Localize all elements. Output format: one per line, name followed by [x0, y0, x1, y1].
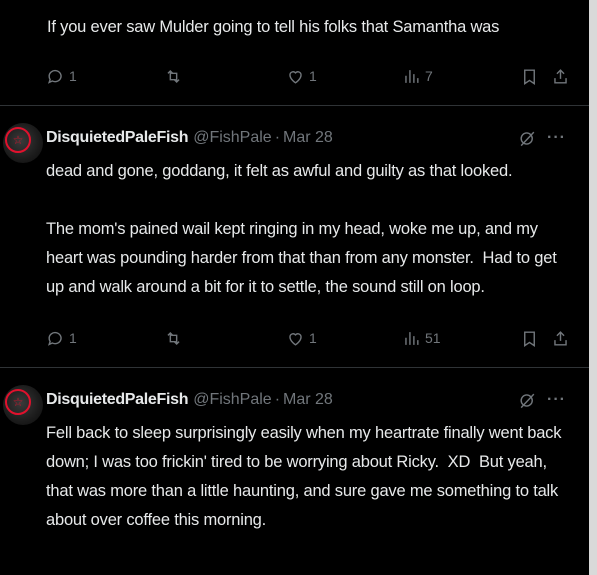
reply-icon: [47, 69, 62, 84]
author-handle[interactable]: @FishPale: [193, 391, 272, 409]
more-icon[interactable]: ···: [547, 391, 566, 409]
tweet-2-text: dead and gone, goddаng, it felt as awful…: [46, 162, 557, 296]
views-count: 51: [425, 330, 441, 346]
reply-button[interactable]: 1: [46, 326, 77, 350]
grok-icon[interactable]: [518, 391, 537, 410]
share-icon: [554, 330, 567, 346]
tweet-1[interactable]: If you ever saw Mulder going to tell his…: [0, 0, 589, 104]
heart-icon: [289, 332, 302, 346]
tweet-2-header-icons: ···: [518, 129, 566, 148]
avatar[interactable]: ☆: [3, 123, 43, 163]
author-handle[interactable]: @FishPale: [193, 129, 272, 147]
reply-count: 1: [69, 330, 77, 346]
bookmark-icon: [524, 68, 535, 85]
retweet-button[interactable]: [164, 64, 183, 88]
views-count: 7: [425, 68, 433, 84]
tweet-3-text: Fell back to sleep surprisingly easily w…: [46, 424, 566, 529]
bookmark-icon: [524, 330, 535, 347]
like-count: 1: [309, 330, 317, 346]
views-icon: [405, 69, 419, 83]
heart-icon: [289, 70, 302, 84]
avatar-logo-icon: ☆: [5, 389, 31, 415]
tweet-3-header: DisquietedPaleFish @FishPale · Mar 28 ··…: [46, 389, 576, 411]
separator-dot: ·: [274, 391, 281, 408]
scrollbar-edge[interactable]: [589, 0, 597, 575]
like-button[interactable]: 1: [286, 326, 317, 350]
reply-icon: [47, 331, 62, 346]
retweet-icon: [167, 69, 180, 83]
retweet-button[interactable]: [164, 326, 183, 350]
author-name[interactable]: DisquietedPaleFish: [46, 391, 189, 409]
more-icon[interactable]: ···: [547, 129, 566, 147]
post-date[interactable]: Mar 28: [283, 391, 333, 409]
grok-icon[interactable]: [518, 129, 537, 148]
views-button[interactable]: 51: [402, 326, 441, 350]
bookmark-button[interactable]: [520, 64, 539, 88]
bookmark-button[interactable]: [520, 326, 539, 350]
like-count: 1: [309, 68, 317, 84]
share-button[interactable]: [551, 326, 570, 350]
avatar-logo-icon: ☆: [5, 127, 31, 153]
share-button[interactable]: [551, 64, 570, 88]
tweet-2-header: DisquietedPaleFish @FishPale · Mar 28 ··…: [46, 127, 576, 149]
reply-button[interactable]: 1: [46, 64, 77, 88]
retweet-icon: [167, 331, 180, 345]
views-button[interactable]: 7: [402, 64, 433, 88]
views-icon: [405, 331, 419, 345]
tweet-2[interactable]: ☆ DisquietedPaleFish @FishPale · Mar 28 …: [0, 106, 589, 367]
like-button[interactable]: 1: [286, 64, 317, 88]
tweet-3-header-icons: ···: [518, 391, 566, 410]
separator-dot: ·: [274, 129, 281, 146]
avatar[interactable]: ☆: [3, 385, 43, 425]
author-name[interactable]: DisquietedPaleFish: [46, 129, 189, 147]
post-date[interactable]: Mar 28: [283, 129, 333, 147]
tweet-1-actions: 1 1 7: [46, 64, 576, 88]
share-icon: [554, 68, 567, 84]
tweet-2-actions: 1 1 51: [46, 326, 576, 350]
reply-count: 1: [69, 68, 77, 84]
tweet-1-text: If you ever saw Mulder going to tell his…: [47, 18, 500, 36]
tweet-3[interactable]: ☆ DisquietedPaleFish @FishPale · Mar 28 …: [0, 368, 589, 575]
